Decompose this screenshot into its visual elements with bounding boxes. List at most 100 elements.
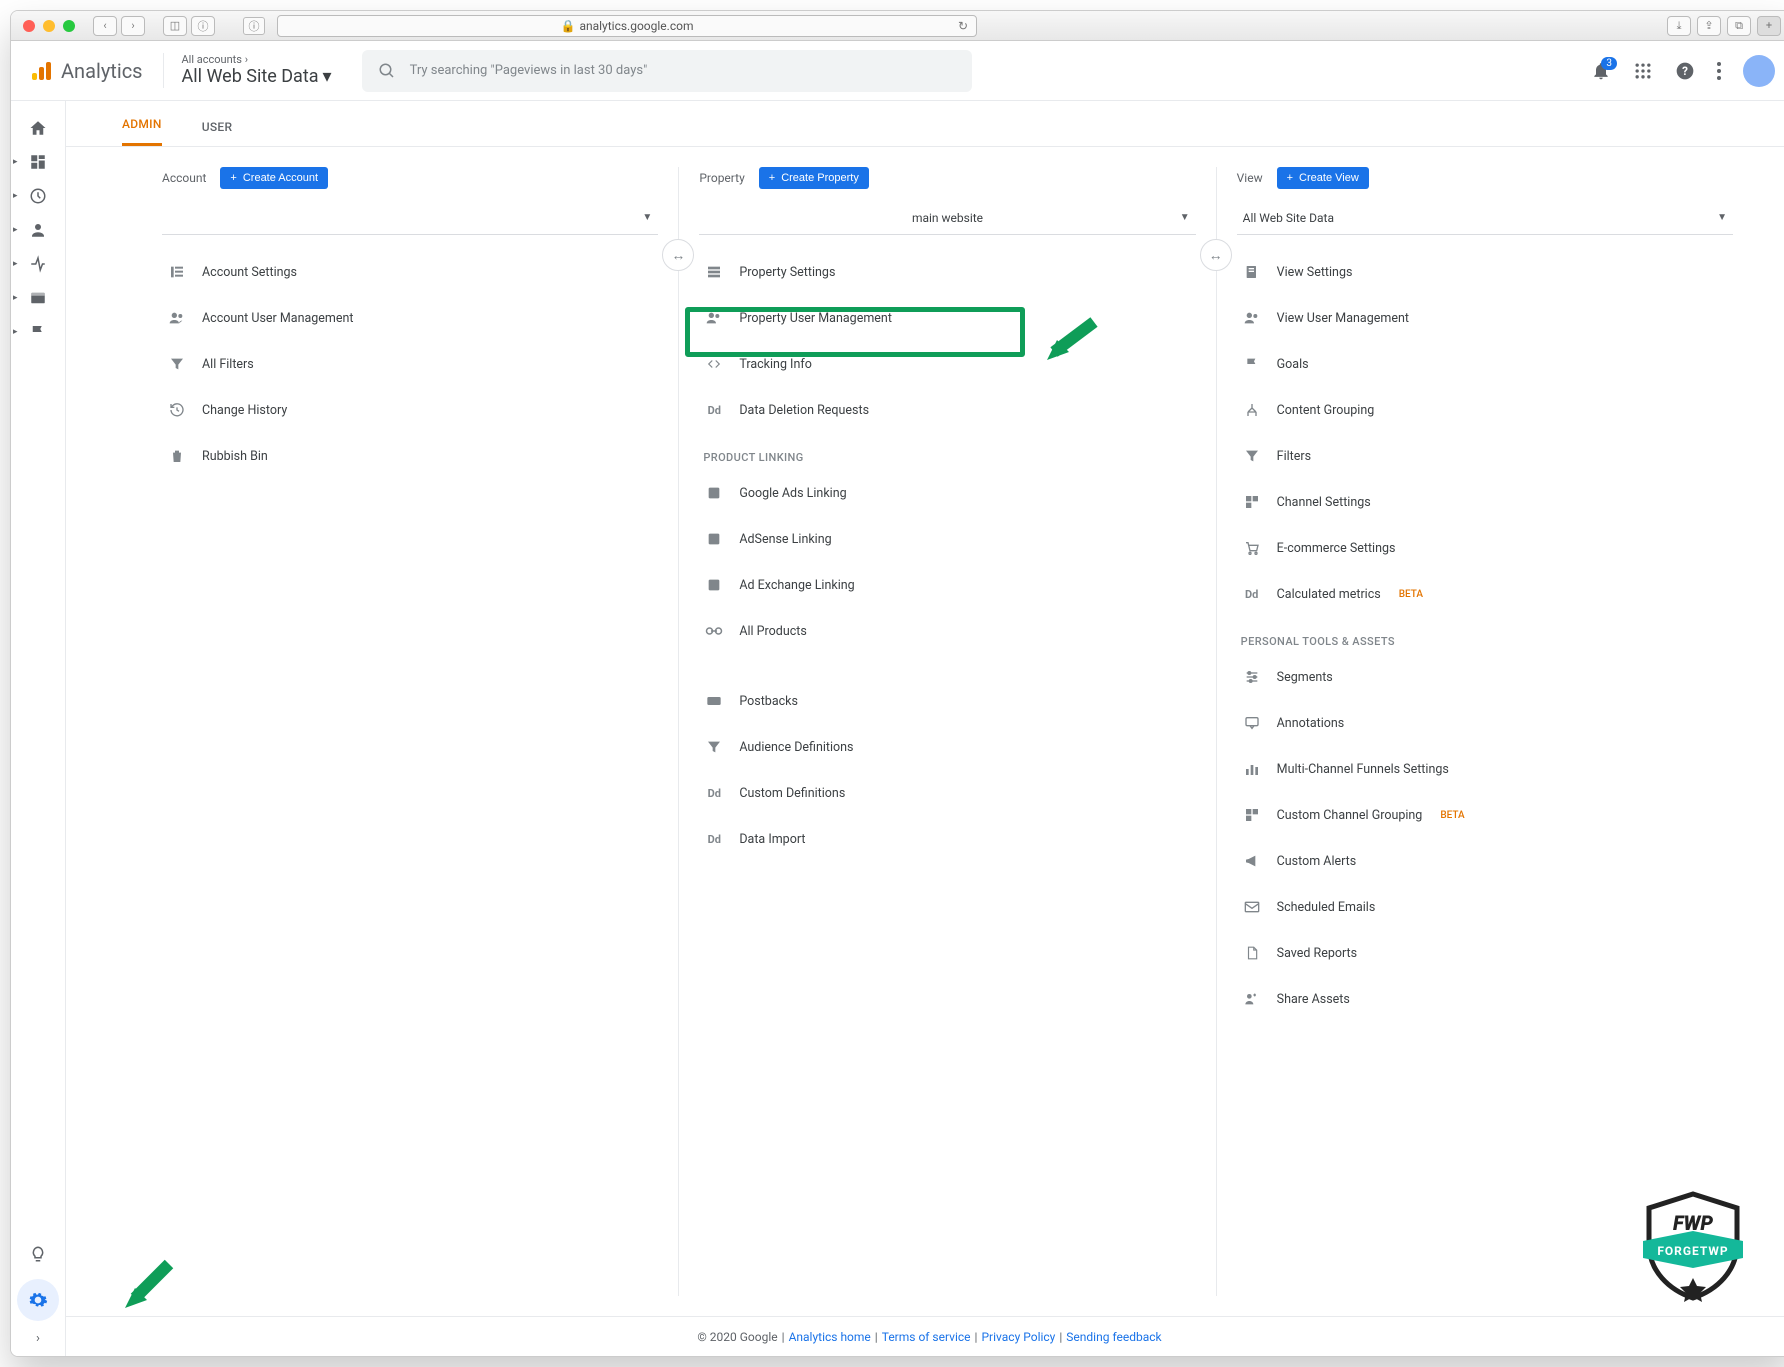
audience-definitions[interactable]: Audience Definitions (699, 724, 1195, 770)
segments[interactable]: Segments (1237, 654, 1733, 700)
tabs-button[interactable]: ⧉ (1727, 16, 1751, 36)
dd-icon: Dd (703, 833, 725, 846)
admin-tabs: ADMIN USER (66, 101, 1784, 147)
settings-list-icon (1241, 264, 1263, 280)
nav-audience[interactable]: ▸ (23, 215, 53, 245)
gear-icon (28, 1290, 48, 1310)
tab-admin[interactable]: ADMIN (122, 117, 162, 146)
megaphone-icon (1241, 853, 1263, 869)
svg-text:?: ? (1682, 64, 1688, 78)
property-settings[interactable]: Property Settings (699, 249, 1195, 295)
caret-down-icon: ▼ (642, 212, 652, 223)
nav-customization[interactable]: ▸ (23, 147, 53, 177)
svg-text:FWP: FWP (1673, 1211, 1713, 1235)
flag-icon (1241, 356, 1263, 372)
account-selector[interactable]: ▼ (162, 201, 658, 235)
property-selector[interactable]: main website▼ (699, 201, 1195, 235)
channel-settings[interactable]: Channel Settings (1237, 479, 1733, 525)
breadcrumb-main: All Web Site Data (182, 66, 319, 88)
annotations[interactable]: Annotations (1237, 700, 1733, 746)
view-user-management[interactable]: View User Management (1237, 295, 1733, 341)
change-history[interactable]: Change History (162, 387, 658, 433)
refresh-icon[interactable]: ↻ (958, 19, 968, 33)
person-icon (29, 221, 47, 239)
help-icon[interactable]: ? (1675, 61, 1695, 81)
data-deletion-requests[interactable]: DdData Deletion Requests (699, 387, 1195, 433)
nav-forward-button[interactable]: › (121, 16, 145, 36)
avatar[interactable] (1743, 55, 1775, 87)
share-assets[interactable]: Share Assets (1237, 976, 1733, 1022)
breadcrumb[interactable]: All accounts › All Web Site Data ▾ (163, 53, 332, 88)
create-property-button[interactable]: +Create Property (759, 167, 869, 189)
postbacks[interactable]: Postbacks (699, 678, 1195, 724)
saved-reports[interactable]: Saved Reports (1237, 930, 1733, 976)
people-icon (166, 310, 188, 326)
nav-expand-button[interactable]: › (36, 1331, 40, 1346)
window-close-button[interactable] (23, 20, 35, 32)
google-ads-linking[interactable]: Google Ads Linking (699, 470, 1195, 516)
kebab-menu-icon[interactable] (1717, 62, 1721, 80)
download-button[interactable]: ⤓ (1667, 16, 1691, 36)
settings-list-icon (703, 264, 725, 280)
adsense-linking[interactable]: AdSense Linking (699, 516, 1195, 562)
footer-link-privacy[interactable]: Privacy Policy (981, 1330, 1055, 1344)
share-button[interactable]: ⇪ (1697, 16, 1721, 36)
view-settings[interactable]: View Settings (1237, 249, 1733, 295)
window-fullscreen-button[interactable] (63, 20, 75, 32)
footer-link-terms[interactable]: Terms of service (882, 1330, 971, 1344)
tab-user[interactable]: USER (202, 120, 233, 146)
clock-icon (29, 187, 47, 205)
view-selector[interactable]: All Web Site Data▼ (1237, 201, 1733, 235)
create-account-button[interactable]: +Create Account (220, 167, 328, 189)
nav-realtime[interactable]: ▸ (23, 181, 53, 211)
caret-down-icon: ▼ (1180, 212, 1190, 223)
account-settings[interactable]: Account Settings (162, 249, 658, 295)
audience-icon (703, 739, 725, 755)
sidebar-toggle-button[interactable]: ◫ (163, 16, 187, 36)
code-icon (703, 357, 725, 371)
apps-icon[interactable] (1633, 61, 1653, 81)
account-user-management[interactable]: Account User Management (162, 295, 658, 341)
data-import[interactable]: DdData Import (699, 816, 1195, 862)
ecommerce-settings[interactable]: E-commerce Settings (1237, 525, 1733, 571)
all-products[interactable]: All Products (699, 608, 1195, 654)
footer-link-feedback[interactable]: Sending feedback (1066, 1330, 1161, 1344)
page-info-button[interactable]: ⓘ (191, 16, 215, 36)
all-filters[interactable]: All Filters (162, 341, 658, 387)
product-linking-section: PRODUCT LINKING (703, 451, 1195, 464)
custom-alerts[interactable]: Custom Alerts (1237, 838, 1733, 884)
nav-admin[interactable] (17, 1279, 59, 1321)
tracking-info[interactable]: Tracking Info (699, 341, 1195, 387)
property-user-management[interactable]: Property User Management (699, 295, 1195, 341)
new-tab-button[interactable]: + (1757, 16, 1781, 36)
ga-logo[interactable]: Analytics (29, 59, 143, 83)
beta-badge: BETA (1399, 589, 1423, 600)
nav-discover[interactable] (23, 1239, 53, 1269)
postback-icon (703, 695, 725, 707)
goals[interactable]: Goals (1237, 341, 1733, 387)
nav-back-button[interactable]: ‹ (93, 16, 117, 36)
custom-definitions[interactable]: DdCustom Definitions (699, 770, 1195, 816)
caret-down-icon: ▾ (323, 66, 332, 88)
ad-exchange-linking[interactable]: Ad Exchange Linking (699, 562, 1195, 608)
scheduled-emails[interactable]: Scheduled Emails (1237, 884, 1733, 930)
create-view-button[interactable]: +Create View (1277, 167, 1369, 189)
search-input[interactable]: Try searching "Pageviews in last 30 days… (362, 50, 972, 92)
svg-text:FORGETWP: FORGETWP (1657, 1244, 1728, 1258)
nav-conversions[interactable]: ▸ (23, 317, 53, 347)
nav-behavior[interactable]: ▸ (23, 283, 53, 313)
rubbish-bin[interactable]: Rubbish Bin (162, 433, 658, 479)
content-grouping[interactable]: Content Grouping (1237, 387, 1733, 433)
custom-channel-grouping[interactable]: Custom Channel GroupingBETA (1237, 792, 1733, 838)
filters[interactable]: Filters (1237, 433, 1733, 479)
footer-link-home[interactable]: Analytics home (789, 1330, 871, 1344)
nav-home[interactable] (23, 113, 53, 143)
address-bar[interactable]: 🔒 analytics.google.com ↻ (277, 15, 977, 37)
multi-channel-funnels[interactable]: Multi-Channel Funnels Settings (1237, 746, 1733, 792)
notifications-button[interactable]: 3 (1591, 61, 1611, 81)
nav-acquisition[interactable]: ▸ (23, 249, 53, 279)
reader-mode-button[interactable]: ⓘ (243, 17, 265, 35)
window-minimize-button[interactable] (43, 20, 55, 32)
calculated-metrics[interactable]: DdCalculated metricsBETA (1237, 571, 1733, 617)
channel-icon (1241, 807, 1263, 823)
